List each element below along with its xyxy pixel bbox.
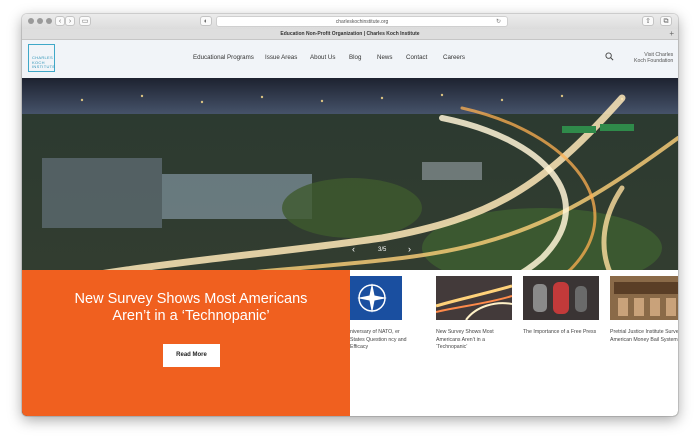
chevron-left-icon[interactable]: ‹ [352,244,355,254]
carousel: ‹ 3/5 › niversary of NATO, er States Que… [350,244,678,416]
carousel-caption-4[interactable]: Pretrial Justice Institute Survey an Ame… [610,329,678,344]
forward-button[interactable]: › [65,16,75,26]
nav-news[interactable]: News [377,54,392,61]
carousel-thumb-survey[interactable] [436,276,512,320]
hero-headline[interactable]: New Survey Shows Most Americans Aren’t i… [62,291,320,325]
carousel-counter: 3/5 [378,247,387,253]
carousel-thumb-press[interactable] [523,276,599,320]
new-tab-button[interactable]: + [669,29,674,39]
tab-bar: Education Non-Profit Organization | Char… [22,29,678,40]
tab-title[interactable]: Education Non-Profit Organization | Char… [22,29,678,39]
tabs-icon[interactable]: ⧉ [660,16,672,26]
privacy-icon[interactable]: ◐ [200,16,212,26]
chevron-right-icon[interactable]: › [408,244,411,254]
read-more-button[interactable]: Read More [163,344,220,367]
carousel-caption-2[interactable]: New Survey Shows Most Americans Aren’t i… [436,329,516,352]
nav-educational-programs[interactable]: Educational Programs [193,54,254,61]
hero-section: New Survey Shows Most Americans Aren’t i… [22,78,678,416]
featured-story-panel: New Survey Shows Most Americans Aren’t i… [22,270,350,416]
search-icon[interactable] [605,52,614,61]
back-button[interactable]: ‹ [55,16,65,26]
nav-careers[interactable]: Careers [443,54,465,61]
zoom-window-button[interactable] [46,18,52,24]
carousel-thumb-justice[interactable] [610,276,678,320]
logo[interactable]: CHARLES KOCH INSTITUTE [28,44,55,72]
url-text: charleskochinstitute.org [335,19,389,25]
site-header: CHARLES KOCH INSTITUTE Educational Progr… [22,40,678,78]
minimize-window-button[interactable] [37,18,43,24]
nav-issue-areas[interactable]: Issue Areas [265,54,297,61]
logo-text: CHARLES KOCH INSTITUTE [32,55,56,70]
carousel-caption-1[interactable]: niversary of NATO, er States Question nc… [350,329,410,352]
address-bar[interactable]: charleskochinstitute.org ↻ [216,16,508,27]
reload-icon[interactable]: ↻ [496,17,501,27]
close-window-button[interactable] [28,18,34,24]
nav-about-us[interactable]: About Us [310,54,335,61]
logo-line-3: INSTITUTE [32,64,56,70]
browser-toolbar: ‹ › ▭ ◐ charleskochinstitute.org ↻ ⇧ ⧉ [22,14,678,30]
visit-line-2: Koch Foundation [634,58,674,64]
visit-foundation-link[interactable]: Visit Charles Koch Foundation [634,52,673,64]
carousel-caption-3[interactable]: The Importance of a Free Press [523,329,603,337]
browser-window: ‹ › ▭ ◐ charleskochinstitute.org ↻ ⇧ ⧉ E… [22,14,678,416]
nav-blog[interactable]: Blog [349,54,361,61]
sidebar-button[interactable]: ▭ [79,16,91,26]
carousel-thumb-nato[interactable] [350,276,402,320]
nav-contact[interactable]: Contact [406,54,427,61]
share-icon[interactable]: ⇧ [642,16,654,26]
